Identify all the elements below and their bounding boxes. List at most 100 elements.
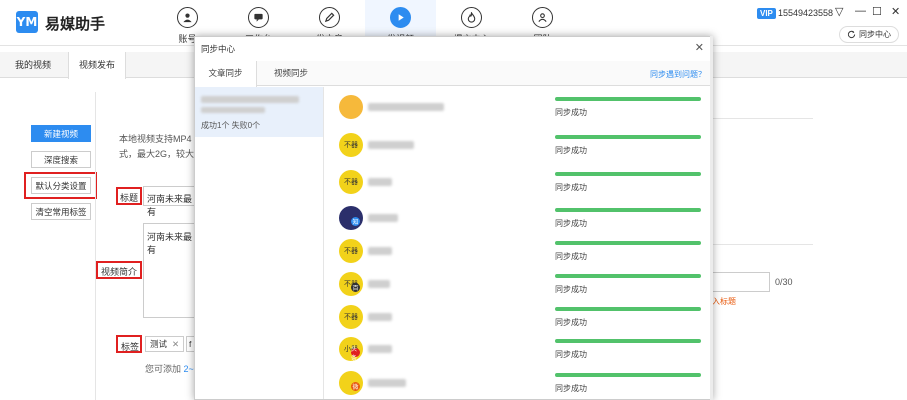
- close-window-icon[interactable]: ✕: [891, 5, 900, 18]
- sync-progress-bar: [555, 339, 701, 343]
- sync-status-text: 同步成功: [555, 108, 587, 117]
- highlight-box: [96, 261, 142, 279]
- person-icon: [177, 7, 198, 28]
- platform-badge-icon: 知: [351, 217, 360, 226]
- sync-help-link[interactable]: 同步遇到问题？: [650, 69, 706, 80]
- new-video-button[interactable]: 新建视频: [31, 125, 91, 142]
- blurred-account-name: [368, 141, 414, 149]
- fire-icon: [461, 7, 482, 28]
- upload-hint-line1: 本地视频支持MP4: [119, 134, 192, 144]
- platform-badge-icon: 百: [351, 283, 360, 292]
- close-icon[interactable]: ✕: [695, 41, 704, 54]
- sync-progress-bar: [555, 97, 701, 101]
- blurred-title: [201, 96, 299, 103]
- tab-article-sync[interactable]: 文章同步: [195, 61, 257, 87]
- sync-center-button[interactable]: 同步中心: [839, 26, 899, 43]
- menu-icon[interactable]: ▽: [835, 5, 843, 18]
- scrollbar[interactable]: [710, 36, 713, 400]
- deep-search-button[interactable]: 深度搜索: [31, 151, 91, 168]
- sync-progress-bar: [555, 208, 701, 212]
- blurred-account-name: [368, 379, 406, 387]
- sync-status-text: 同步成功: [555, 183, 587, 192]
- desc-textarea[interactable]: 河南未来最有: [143, 223, 195, 318]
- platform-badge-icon: 头条: [351, 347, 360, 362]
- highlight-box: [116, 187, 142, 205]
- account-sync-row: 不器同步成功: [324, 299, 712, 333]
- divider: [713, 118, 813, 119]
- play-icon: [390, 7, 411, 28]
- sync-status-text: 同步成功: [555, 285, 587, 294]
- avatar: 不器: [339, 170, 363, 194]
- title-warning: 入标题: [712, 297, 736, 306]
- sync-status-text: 同步成功: [555, 350, 587, 359]
- article-sync-summary: 成功1个 失败0个: [201, 121, 261, 130]
- tag-add-hint-value: 2~: [183, 364, 194, 374]
- account-sync-row: 微 同步成功: [324, 365, 712, 399]
- refresh-icon: [847, 30, 856, 39]
- sync-status-text: 同步成功: [555, 318, 587, 327]
- tag-add-hint-prefix: 您可添加: [145, 364, 182, 374]
- avatar: 不器: [339, 305, 363, 329]
- tab-my-videos[interactable]: 我的视频: [5, 52, 61, 78]
- vip-badge: VIP: [757, 8, 776, 19]
- sync-status-text: 同步成功: [555, 219, 587, 228]
- account-sync-row: 不器同步成功: [324, 127, 712, 161]
- account-sync-row: 不器同步成功: [324, 164, 712, 198]
- sync-progress-bar: [555, 274, 701, 278]
- avatar: [339, 95, 363, 119]
- divider: [713, 244, 813, 245]
- blurred-account-name: [368, 313, 392, 321]
- account-sync-row: 不器同步成功: [324, 233, 712, 267]
- char-count: 0/30: [775, 277, 793, 287]
- avatar: 不器: [339, 239, 363, 263]
- tag-chip-label: f: [189, 339, 192, 349]
- tag-add-hint: 您可添加 2~: [145, 362, 194, 375]
- tab-video-sync[interactable]: 视频同步: [259, 61, 323, 86]
- user-phone[interactable]: 15549423558: [778, 8, 833, 18]
- highlight-box: [116, 335, 142, 353]
- tag-chip: 测试 ✕: [145, 336, 185, 352]
- title-input[interactable]: 河南未来最有: [143, 186, 195, 217]
- article-list-item[interactable]: 成功1个 失败0个: [195, 87, 323, 137]
- team-icon: [532, 7, 553, 28]
- account-sync-row: 不器百同步成功: [324, 266, 712, 300]
- upload-hint-line2: 式，最大2G，较大: [119, 149, 195, 159]
- sync-status-text: 同步成功: [555, 146, 587, 155]
- sync-progress-bar: [555, 135, 701, 139]
- blurred-account-name: [368, 280, 390, 288]
- sync-status-text: 同步成功: [555, 252, 587, 261]
- dialog-title: 同步中心: [201, 44, 236, 54]
- sync-progress-bar: [555, 241, 701, 245]
- sync-progress-bar: [555, 307, 701, 311]
- blurred-title: [201, 107, 265, 113]
- title-input-value: 河南未来最有: [147, 194, 193, 217]
- blurred-account-name: [368, 178, 392, 186]
- maximize-icon[interactable]: ☐: [872, 5, 882, 18]
- account-sync-row: 同步成功: [324, 89, 712, 123]
- avatar: 不器: [339, 133, 363, 157]
- account-sync-row: 知 同步成功: [324, 200, 712, 234]
- clear-tags-button[interactable]: 清空常用标签: [31, 203, 91, 220]
- desc-textarea-value: 河南未来最有: [147, 232, 193, 255]
- close-icon[interactable]: ✕: [172, 339, 179, 350]
- sync-status-text: 同步成功: [555, 384, 587, 393]
- platform-badge-icon: 微: [351, 382, 360, 391]
- blurred-account-name: [368, 214, 398, 222]
- app-logo: YM: [16, 11, 38, 33]
- sync-progress-bar: [555, 373, 701, 377]
- title-length-input[interactable]: [712, 272, 770, 292]
- highlight-box: [24, 172, 97, 199]
- chat-icon: [248, 7, 269, 28]
- dialog-tabs: 文章同步 视频同步 同步遇到问题？: [195, 61, 712, 87]
- blurred-account-name: [368, 345, 392, 353]
- tab-video-publish[interactable]: 视频发布: [68, 52, 127, 79]
- sync-progress-bar: [555, 172, 701, 176]
- app-title: 易媒助手: [45, 16, 106, 33]
- minimize-icon[interactable]: —: [855, 5, 866, 17]
- sync-center-dialog: 同步中心 ✕ 文章同步 视频同步 同步遇到问题？ 成功1个 失败0个 同步成功不…: [194, 36, 713, 400]
- pen-icon: [319, 7, 340, 28]
- account-sync-row: 小器头条同步成功: [324, 331, 712, 365]
- blurred-account-name: [368, 247, 392, 255]
- article-list: 成功1个 失败0个: [195, 87, 324, 399]
- tag-chip-label: 测试: [150, 339, 168, 349]
